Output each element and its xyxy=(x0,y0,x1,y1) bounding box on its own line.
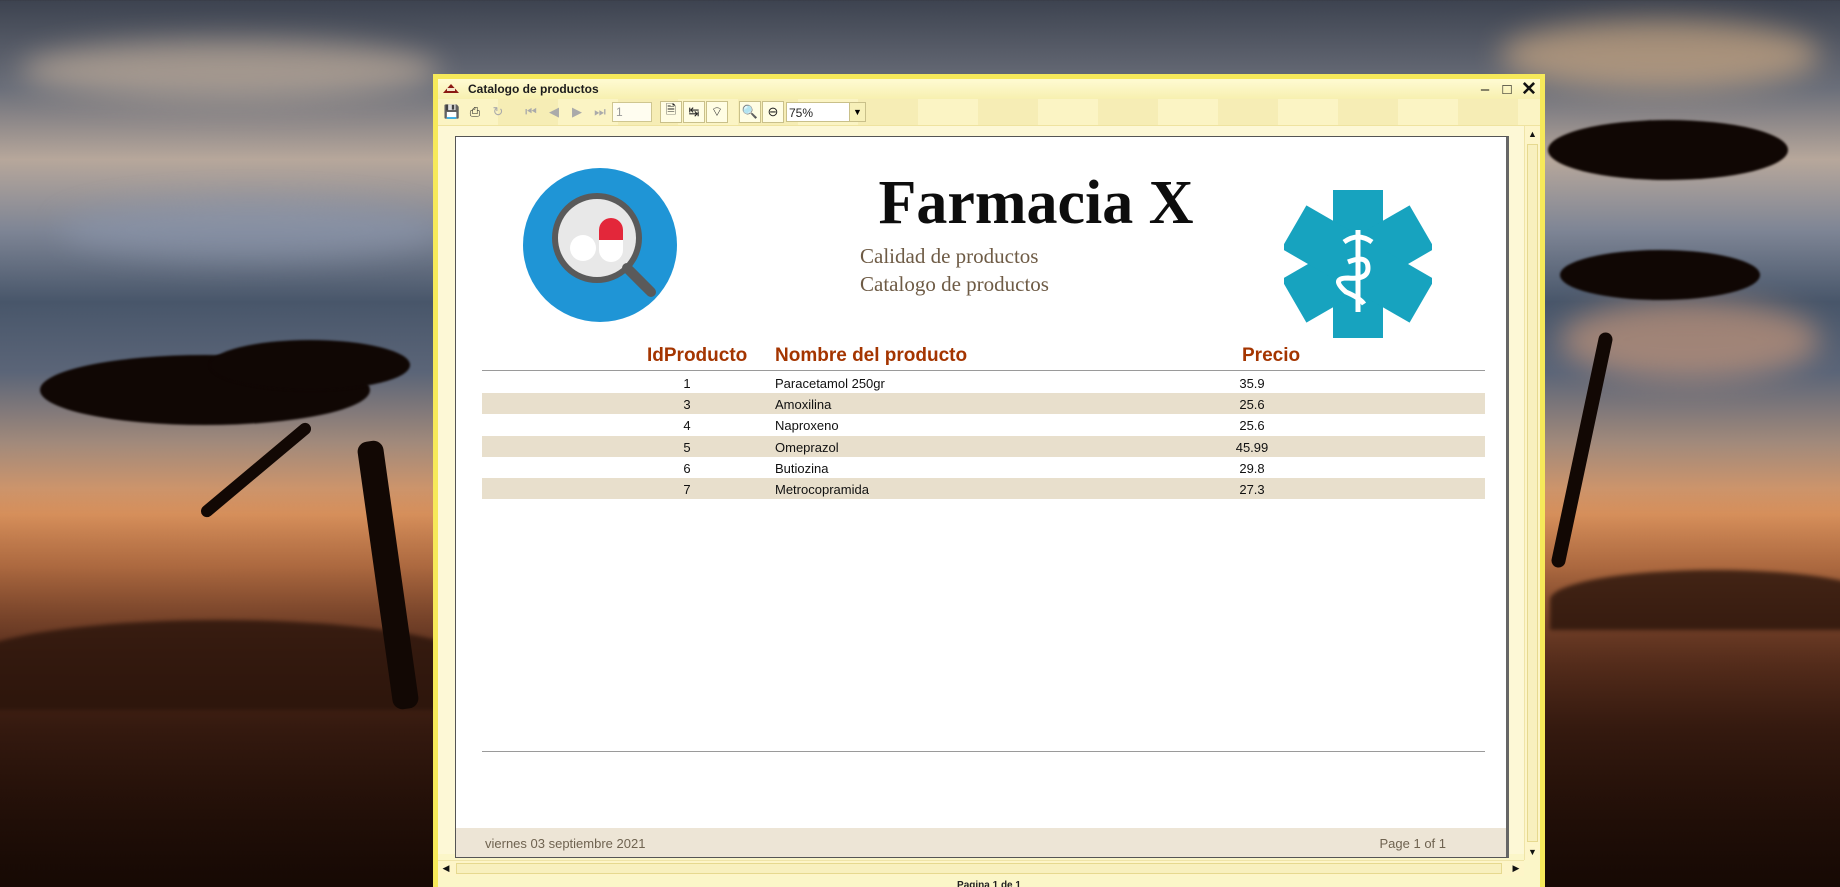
horizontal-scroll-thumb[interactable] xyxy=(456,863,1502,874)
cell-price: 29.8 xyxy=(1239,460,1265,476)
cell-id: 1 xyxy=(683,376,691,391)
pharmacy-search-logo xyxy=(523,168,677,322)
cell-name: Amoxilina xyxy=(775,397,832,413)
report-page: Farmacia X Calidad de productos Catalogo… xyxy=(455,136,1509,858)
previous-page-icon[interactable]: ◀ xyxy=(543,101,565,123)
page-width-icon[interactable]: ↹ xyxy=(683,101,705,123)
cell-price: 27.3 xyxy=(1239,481,1265,497)
scroll-right-icon[interactable]: ▶ xyxy=(1508,861,1524,876)
page-footer: viernes 03 septiembre 2021 Page 1 of 1 xyxy=(456,828,1506,857)
viewer-toolbar: 💾 ⎙ ↻ ⏮ ◀ ▶ ⏭ 1 🗎 ↹ ⌔ 🔍 ⊖ 75% ▼ xyxy=(438,99,1540,126)
chevron-down-icon[interactable]: ▼ xyxy=(849,103,865,121)
product-table: 1 Paracetamol 250gr 35.9 3 Amoxilina 25.… xyxy=(482,372,1485,500)
table-row: 5 Omeprazol 45.99 xyxy=(482,435,1485,457)
column-header-name: Nombre del producto xyxy=(775,345,968,366)
app-icon xyxy=(442,83,460,95)
first-page-icon[interactable]: ⏮ xyxy=(520,101,542,123)
footer-page-number: Page 1 of 1 xyxy=(1379,836,1447,851)
cell-name: Omeprazol xyxy=(775,439,839,455)
medical-star-logo xyxy=(1284,190,1432,338)
cell-id: 6 xyxy=(683,460,691,476)
save-icon[interactable]: 💾 xyxy=(441,101,463,123)
report-viewer-area: Farmacia X Calidad de productos Catalogo… xyxy=(438,126,1540,858)
next-page-icon[interactable]: ▶ xyxy=(566,101,588,123)
footer-divider xyxy=(482,751,1485,752)
table-row: 4 Naproxeno 25.6 xyxy=(482,414,1485,435)
report-viewer-window: Catalogo de productos – □ ✕ 💾 ⎙ ↻ ⏮ ◀ ▶ … xyxy=(433,74,1545,887)
scroll-up-icon[interactable]: ▲ xyxy=(1525,126,1540,142)
column-header-price: Precio xyxy=(1242,345,1301,366)
vertical-scrollbar[interactable]: ▲ ▼ xyxy=(1524,126,1540,860)
cell-price: 45.99 xyxy=(1235,439,1269,455)
report-subtitle-quality: Calidad de productos xyxy=(860,244,1039,268)
scroll-left-icon[interactable]: ◀ xyxy=(438,861,454,876)
minimize-icon[interactable]: – xyxy=(1474,79,1496,99)
cell-name: Butiozina xyxy=(775,460,829,476)
cell-name: Metrocopramida xyxy=(775,481,869,497)
horizontal-scrollbar[interactable]: ◀ ▶ xyxy=(438,860,1524,876)
refresh-icon[interactable]: ↻ xyxy=(487,101,509,123)
maximize-icon[interactable]: □ xyxy=(1496,79,1518,99)
cell-id: 4 xyxy=(683,418,691,434)
scroll-down-icon[interactable]: ▼ xyxy=(1525,844,1540,860)
page-view-icon[interactable]: 🗎 xyxy=(660,101,682,123)
cell-price: 25.6 xyxy=(1239,397,1265,413)
last-page-icon[interactable]: ⏭ xyxy=(589,101,611,123)
print-icon[interactable]: ⎙ xyxy=(464,101,486,123)
cell-price: 25.6 xyxy=(1239,418,1265,434)
footer-date: viernes 03 septiembre 2021 xyxy=(485,836,646,851)
table-row: 6 Butiozina 29.8 xyxy=(482,457,1485,478)
whole-page-icon[interactable]: ⌔ xyxy=(706,101,728,123)
header-divider xyxy=(482,370,1485,371)
close-icon[interactable]: ✕ xyxy=(1518,79,1540,100)
table-row: 3 Amoxilina 25.6 xyxy=(482,393,1485,415)
table-row: 7 Metrocopramida 27.3 xyxy=(482,477,1485,500)
zoom-select[interactable]: 75% ▼ xyxy=(786,102,866,122)
cell-price: 35.9 xyxy=(1239,376,1265,391)
status-bar-page: Pagina 1 de 1 xyxy=(957,880,1021,887)
cell-id: 3 xyxy=(683,397,691,413)
zoom-in-icon[interactable]: 🔍 xyxy=(739,101,761,123)
zoom-value[interactable]: 75% xyxy=(787,103,849,121)
cell-name: Naproxeno xyxy=(775,418,839,434)
report-subtitle-catalog: Catalogo de productos xyxy=(860,272,1049,296)
window-title: Catalogo de productos xyxy=(468,82,599,96)
report-title: Farmacia X xyxy=(878,169,1194,237)
column-header-id: IdProducto xyxy=(647,345,748,366)
cell-id: 7 xyxy=(683,481,691,497)
cell-name: Paracetamol 250gr xyxy=(775,376,885,391)
zoom-out-icon[interactable]: ⊖ xyxy=(762,101,784,123)
page-number-input[interactable]: 1 xyxy=(612,102,652,122)
vertical-scroll-thumb[interactable] xyxy=(1527,144,1538,842)
window-titlebar[interactable]: Catalogo de productos – □ ✕ xyxy=(438,79,1540,100)
cell-id: 5 xyxy=(683,439,691,455)
table-row: 1 Paracetamol 250gr 35.9 xyxy=(482,372,1485,393)
